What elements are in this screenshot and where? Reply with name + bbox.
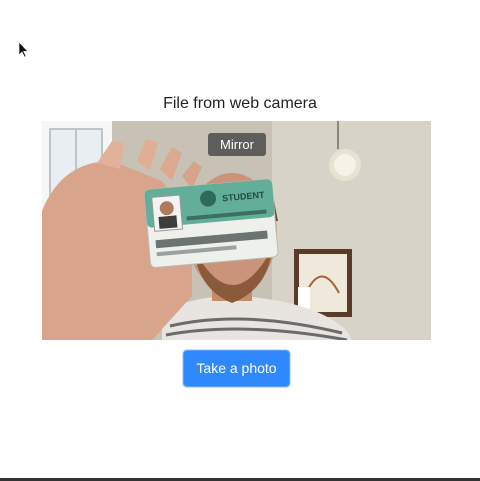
- webcam-capture-page: File from web camera STUDENT Mirror Take…: [0, 0, 480, 481]
- mirror-button[interactable]: Mirror: [208, 133, 266, 156]
- page-title: File from web camera: [163, 95, 317, 112]
- mouse-pointer-icon: [19, 42, 29, 58]
- take-photo-button[interactable]: Take a photo: [183, 350, 290, 387]
